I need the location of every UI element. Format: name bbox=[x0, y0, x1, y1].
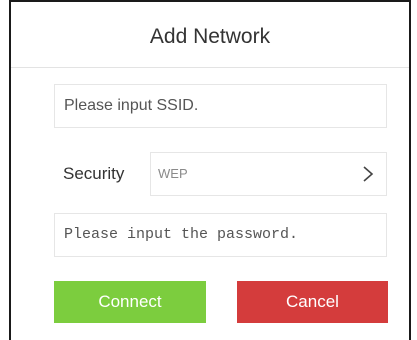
dialog-title: Add Network bbox=[149, 25, 271, 48]
add-network-dialog: Add Network Please input SSID. Security … bbox=[9, 0, 411, 340]
title-divider bbox=[11, 67, 409, 68]
security-label: Security bbox=[63, 164, 125, 183]
security-selected-value: WEP bbox=[158, 166, 188, 181]
cancel-button[interactable]: Cancel bbox=[237, 281, 388, 323]
password-input[interactable]: Please input the password. bbox=[54, 213, 387, 257]
connect-button[interactable]: Connect bbox=[54, 281, 206, 323]
ssid-input[interactable]: Please input SSID. bbox=[54, 84, 387, 128]
chevron-right-icon bbox=[363, 166, 374, 182]
security-select[interactable]: WEP bbox=[150, 152, 387, 196]
